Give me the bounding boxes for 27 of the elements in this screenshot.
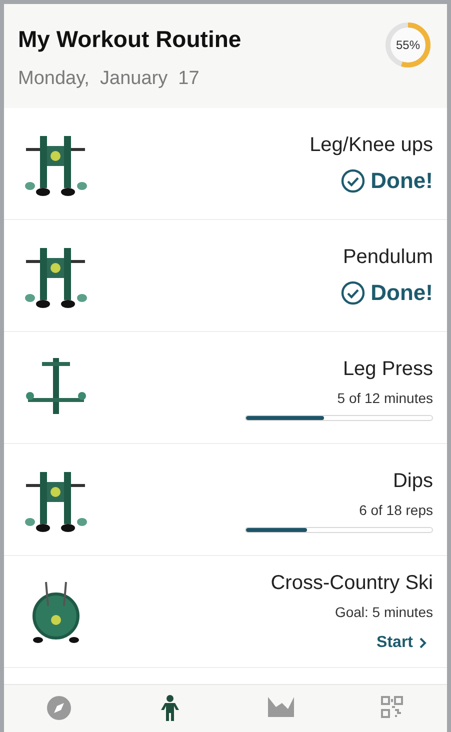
date-label: Monday, January 17 <box>18 66 200 90</box>
progress-detail: 6 of 18 reps <box>359 501 433 520</box>
exercise-name: Dips <box>392 469 433 494</box>
exercise-row[interactable]: Cross-Country Ski Goal: 5 minutes Start <box>4 556 447 668</box>
page-title: My Workout Routine <box>18 25 242 54</box>
progress-ring <box>383 20 433 70</box>
area-chart-icon <box>268 695 294 717</box>
exercise-name: Leg/Knee ups <box>310 133 433 158</box>
goal-detail: Goal: 5 minutes <box>334 603 433 622</box>
check-circle-icon <box>340 168 365 192</box>
exercise-row[interactable]: Pendulum Done! <box>4 220 447 332</box>
done-status: Done! <box>370 279 433 307</box>
compass-icon <box>46 695 72 721</box>
exercise-name: Cross-Country Ski <box>270 571 433 596</box>
exercise-name: Pendulum <box>342 245 433 270</box>
chevron-right-icon <box>419 637 427 649</box>
exercise-row[interactable]: Dips 6 of 18 reps <box>4 444 447 556</box>
done-status: Done! <box>370 167 433 195</box>
person-icon <box>161 695 180 721</box>
exercise-row[interactable]: Leg/Knee ups Done! <box>4 108 447 220</box>
exercise-name: Leg Press <box>342 357 433 382</box>
progress-percent: 55% <box>396 39 420 51</box>
progress-detail: 5 of 12 minutes <box>337 389 433 408</box>
exercise-row[interactable]: Leg Press 5 of 12 minutes <box>4 332 447 444</box>
qr-code-icon <box>380 695 404 719</box>
start-button[interactable]: Start <box>376 631 433 655</box>
check-circle-icon <box>340 280 365 304</box>
